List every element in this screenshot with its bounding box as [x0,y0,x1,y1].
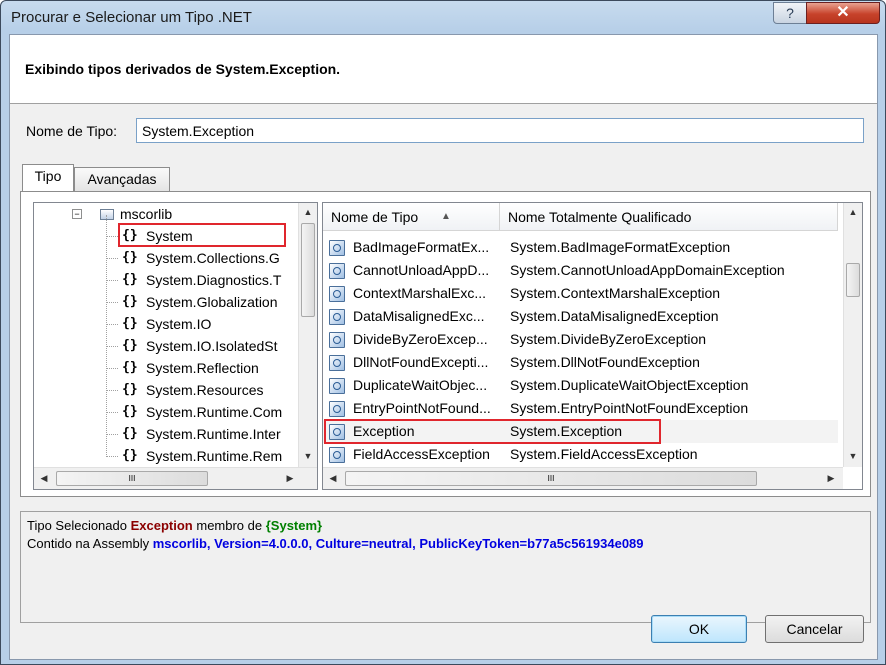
assembly-line: Contido na Assembly mscorlib, Version=4.… [27,536,644,551]
scroll-right-icon[interactable]: ▶ [284,473,296,484]
scroll-up-icon[interactable]: ▲ [299,207,317,217]
cancel-button[interactable]: Cancelar [765,615,864,643]
sort-ascending-icon: ▲ [441,211,451,222]
type-name-label: Nome de Tipo: [26,123,118,139]
type-name-input[interactable] [136,118,864,143]
tree-item[interactable]: {} System.Runtime.Rem [34,445,294,467]
window-title: Procurar e Selecionar um Tipo .NET [11,9,252,26]
namespace-icon: {} [122,404,138,419]
type-icon [329,332,345,348]
tree-item[interactable]: {} System.Collections.G [34,247,294,269]
scroll-thumb[interactable]: III [345,471,757,486]
highlight-box-system [118,223,286,247]
header-text: Exibindo tipos derivados de System.Excep… [25,61,341,77]
type-icon [329,309,345,325]
type-icon [329,286,345,302]
table-row[interactable]: FieldAccessException System.FieldAccessEx… [323,443,838,466]
type-icon [329,355,345,371]
namespace-icon: {} [122,448,138,463]
tree-item[interactable]: {} System.IO [34,313,294,335]
tree-root-label: mscorlib [120,206,173,222]
tree-item[interactable]: {} System.Reflection [34,357,294,379]
scroll-thumb[interactable]: III [56,471,208,486]
tree-item[interactable]: {} System.Diagnostics.T [34,269,294,291]
title-bar[interactable]: Procurar e Selecionar um Tipo .NET ? ✕ [1,1,885,35]
scroll-left-icon[interactable]: ◀ [327,473,339,484]
table-row[interactable]: BadImageFormatEx... System.BadImageFormat… [323,236,838,259]
tab-avancadas[interactable]: Avançadas [74,167,170,191]
tree-item[interactable]: {} System.IO.IsolatedSt [34,335,294,357]
close-button[interactable]: ✕ [806,2,880,24]
tree-item[interactable]: {} System.Resources [34,379,294,401]
collapse-icon[interactable]: − [72,209,82,219]
assembly-name: mscorlib, Version=4.0.0.0, Culture=neutr… [152,536,644,551]
type-list[interactable]: Nome de Tipo ▲ Nome Totalmente Qualifica… [322,202,863,490]
scroll-right-icon[interactable]: ▶ [825,473,837,484]
table-row[interactable]: DataMisalignedExc... System.DataMisaligne… [323,305,838,328]
assembly-icon [100,209,114,220]
type-icon [329,378,345,394]
column-header-full-name[interactable]: Nome Totalmente Qualificado [500,203,838,231]
selected-type-line: Tipo Selecionado Exception membro de {Sy… [27,518,323,533]
selection-info-panel: Tipo Selecionado Exception membro de {Sy… [20,511,871,623]
tree-item[interactable]: {} System.Globalization [34,291,294,313]
table-row[interactable]: DivideByZeroExcep... System.DivideByZeroE… [323,328,838,351]
namespace-icon: {} [122,360,138,375]
dialog-client: Exibindo tipos derivados de System.Excep… [9,34,878,660]
scroll-down-icon[interactable]: ▼ [299,451,317,461]
namespace-icon: {} [122,338,138,353]
tree-item[interactable]: {} System.Runtime.Com [34,401,294,423]
selected-namespace: {System} [265,518,323,533]
table-row[interactable]: ContextMarshalExc... System.ContextMarsha… [323,282,838,305]
namespace-icon: {} [122,426,138,441]
type-icon [329,447,345,463]
table-row[interactable]: DllNotFoundExcepti... System.DllNotFoundE… [323,351,838,374]
table-row[interactable]: EntryPointNotFound... System.EntryPointNo… [323,397,838,420]
tab-tipo[interactable]: Tipo [22,164,74,191]
grip-icon: III [547,474,555,483]
list-vertical-scrollbar[interactable]: ▲ ▼ [843,203,862,467]
namespace-icon: {} [122,294,138,309]
tree-vertical-scrollbar[interactable]: ▲ ▼ [298,203,317,467]
scroll-up-icon[interactable]: ▲ [844,207,862,217]
highlight-box-exception [324,419,661,444]
scroll-down-icon[interactable]: ▼ [844,451,862,461]
dialog-window: Procurar e Selecionar um Tipo .NET ? ✕ E… [0,0,886,665]
help-button[interactable]: ? [773,2,807,24]
grip-icon: III [128,474,136,483]
column-header-type-name[interactable]: Nome de Tipo ▲ [323,203,500,231]
list-horizontal-scrollbar[interactable]: ◀ III ▶ [323,467,843,489]
namespace-icon: {} [122,250,138,265]
scroll-left-icon[interactable]: ◀ [38,473,50,484]
table-row[interactable]: DuplicateWaitObjec... System.DuplicateWai… [323,374,838,397]
selected-type-name: Exception [130,518,193,533]
tree-horizontal-scrollbar[interactable]: ◀ III ▶ [34,467,317,489]
scroll-thumb[interactable] [301,223,315,317]
namespace-icon: {} [122,272,138,287]
type-icon [329,401,345,417]
namespace-icon: {} [122,382,138,397]
namespace-icon: {} [122,316,138,331]
tree-item[interactable]: {} System.Runtime.Inter [34,423,294,445]
type-icon [329,263,345,279]
ok-button[interactable]: OK [651,615,747,643]
tree-root-item[interactable]: − mscorlib [34,203,294,225]
header-band: Exibindo tipos derivados de System.Excep… [10,35,877,104]
scroll-thumb[interactable] [846,263,860,297]
type-icon [329,240,345,256]
table-row[interactable]: CannotUnloadAppD... System.CannotUnloadAp… [323,259,838,282]
namespace-tree[interactable]: − mscorlib {} System {} System.Collections… [33,202,318,490]
tab-panel: − mscorlib {} System {} System.Collections… [20,191,871,497]
